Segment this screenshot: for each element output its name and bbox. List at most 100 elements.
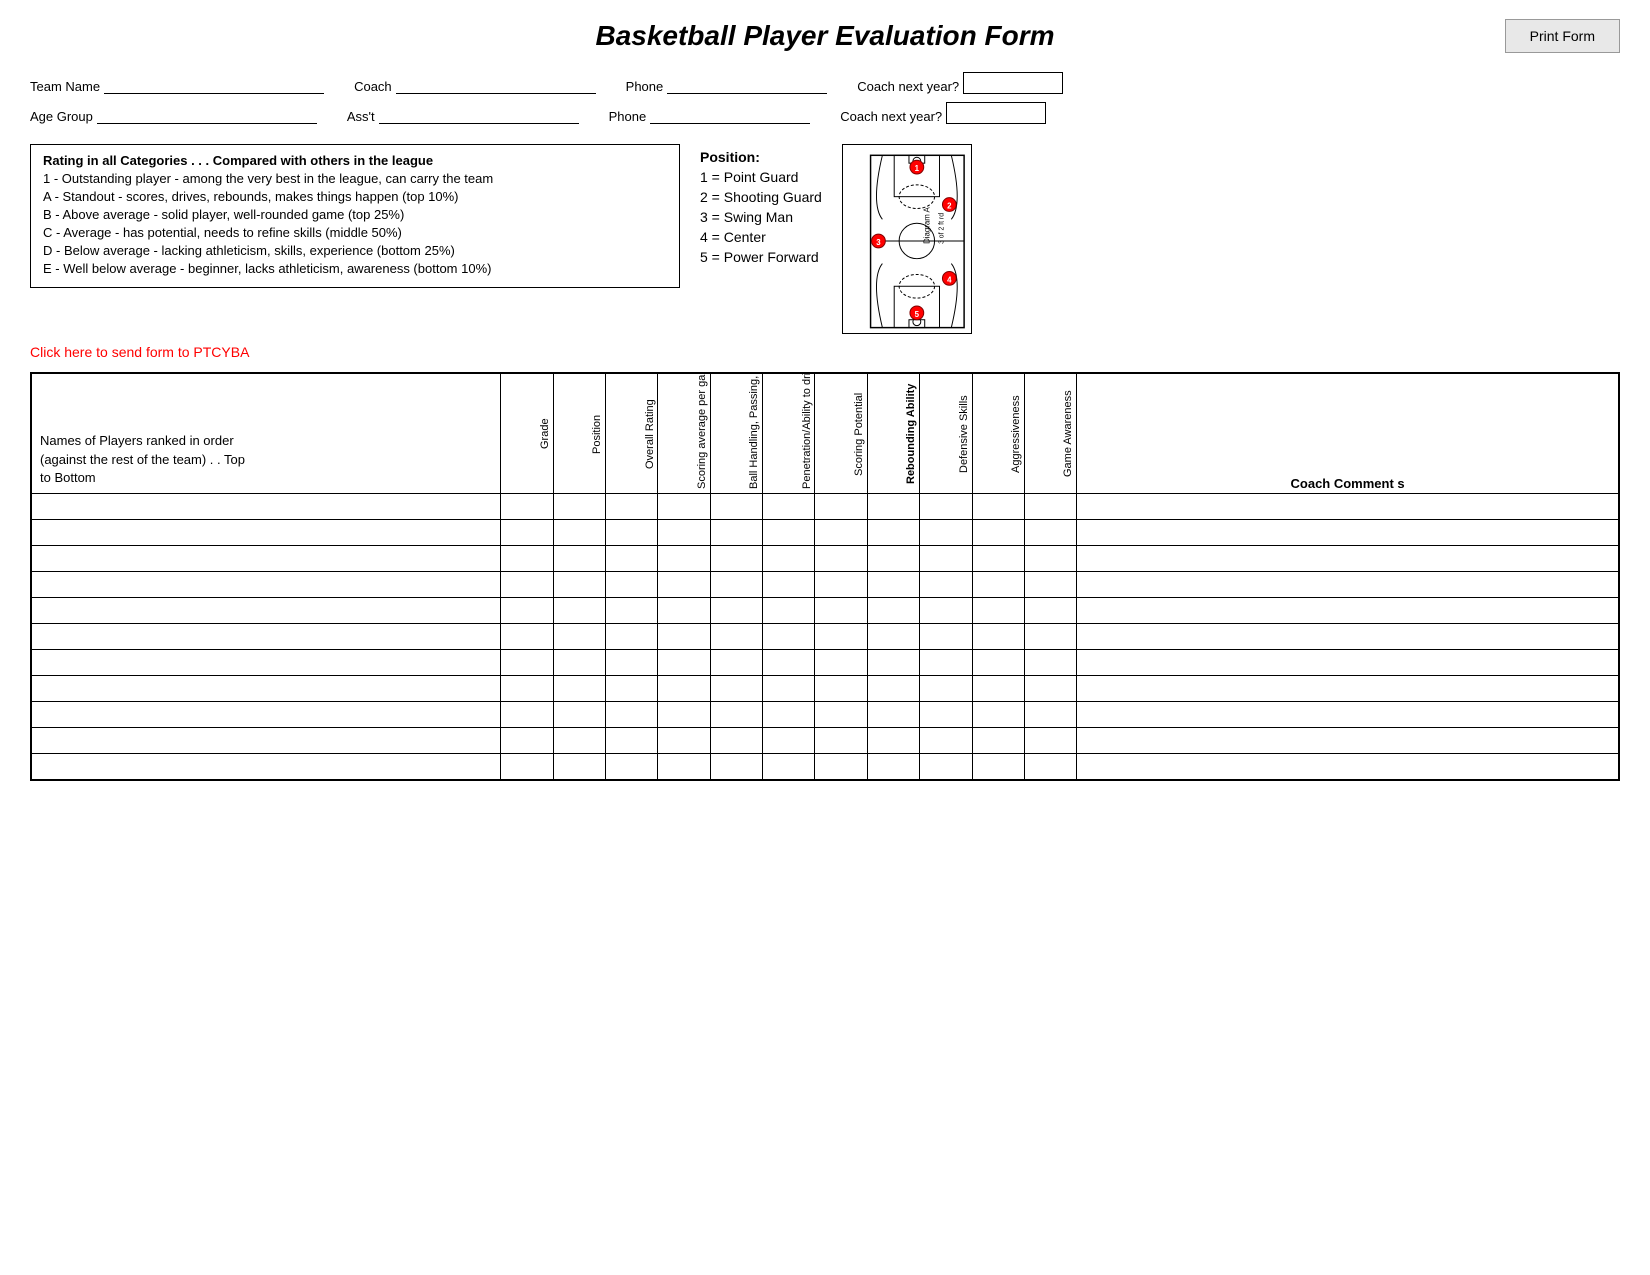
cell-r8-c0[interactable] [516, 707, 538, 725]
player-name-input-2[interactable] [35, 551, 497, 569]
cell-r6-c10[interactable] [1040, 655, 1062, 673]
cell-r2-c3[interactable] [673, 551, 695, 569]
cell-r3-c1[interactable] [568, 577, 590, 595]
cell-r1-c1[interactable] [568, 525, 590, 543]
cell-r5-c8[interactable] [935, 629, 957, 647]
cell-r10-c4[interactable] [725, 759, 747, 777]
cell-r6-c0[interactable] [516, 655, 538, 673]
cell-r6-c6[interactable] [830, 655, 852, 673]
comments-input-0[interactable] [1080, 499, 1615, 517]
cell-r3-c4[interactable] [725, 577, 747, 595]
cell-r3-c5[interactable] [778, 577, 800, 595]
cell-r5-c7[interactable] [882, 629, 904, 647]
cell-r1-c9[interactable] [987, 525, 1009, 543]
comments-input-3[interactable] [1080, 577, 1615, 595]
cell-r3-c9[interactable] [987, 577, 1009, 595]
cell-r1-c5[interactable] [778, 525, 800, 543]
cell-r10-c9[interactable] [987, 759, 1009, 777]
phone-input[interactable] [667, 72, 827, 94]
comments-input-9[interactable] [1080, 733, 1615, 751]
cell-r0-c6[interactable] [830, 499, 852, 517]
cell-r2-c7[interactable] [882, 551, 904, 569]
cell-r9-c0[interactable] [516, 733, 538, 751]
cell-r5-c4[interactable] [725, 629, 747, 647]
cell-r10-c2[interactable] [621, 759, 643, 777]
cell-r7-c9[interactable] [987, 681, 1009, 699]
cell-r5-c2[interactable] [621, 629, 643, 647]
cell-r0-c9[interactable] [987, 499, 1009, 517]
comments-input-7[interactable] [1080, 681, 1615, 699]
cell-r2-c2[interactable] [621, 551, 643, 569]
cell-r6-c1[interactable] [568, 655, 590, 673]
cell-r0-c2[interactable] [621, 499, 643, 517]
comments-input-2[interactable] [1080, 551, 1615, 569]
cell-r1-c8[interactable] [935, 525, 957, 543]
player-name-input-3[interactable] [35, 577, 497, 595]
cell-r8-c10[interactable] [1040, 707, 1062, 725]
cell-r7-c4[interactable] [725, 681, 747, 699]
coach-next-year-input[interactable] [963, 72, 1063, 94]
cell-r7-c6[interactable] [830, 681, 852, 699]
cell-r5-c10[interactable] [1040, 629, 1062, 647]
cell-r4-c8[interactable] [935, 603, 957, 621]
coach-input[interactable] [396, 72, 596, 94]
player-name-input-8[interactable] [35, 707, 497, 725]
age-group-input[interactable] [97, 102, 317, 124]
cell-r1-c6[interactable] [830, 525, 852, 543]
cell-r10-c6[interactable] [830, 759, 852, 777]
phone2-input[interactable] [650, 102, 810, 124]
cell-r9-c10[interactable] [1040, 733, 1062, 751]
coach-next-year2-input[interactable] [946, 102, 1046, 124]
team-name-input[interactable] [104, 72, 324, 94]
cell-r4-c1[interactable] [568, 603, 590, 621]
cell-r3-c7[interactable] [882, 577, 904, 595]
cell-r2-c10[interactable] [1040, 551, 1062, 569]
cell-r4-c5[interactable] [778, 603, 800, 621]
comments-input-10[interactable] [1080, 759, 1615, 777]
cell-r10-c3[interactable] [673, 759, 695, 777]
player-name-input-1[interactable] [35, 525, 497, 543]
cell-r6-c8[interactable] [935, 655, 957, 673]
cell-r5-c9[interactable] [987, 629, 1009, 647]
cell-r3-c6[interactable] [830, 577, 852, 595]
player-name-input-4[interactable] [35, 603, 497, 621]
cell-r10-c5[interactable] [778, 759, 800, 777]
player-name-input-10[interactable] [35, 759, 497, 777]
cell-r1-c7[interactable] [882, 525, 904, 543]
send-form-link[interactable]: Click here to send form to PTCYBA [30, 344, 1620, 360]
cell-r8-c7[interactable] [882, 707, 904, 725]
cell-r2-c1[interactable] [568, 551, 590, 569]
cell-r7-c0[interactable] [516, 681, 538, 699]
cell-r3-c10[interactable] [1040, 577, 1062, 595]
cell-r10-c10[interactable] [1040, 759, 1062, 777]
comments-input-4[interactable] [1080, 603, 1615, 621]
comments-input-6[interactable] [1080, 655, 1615, 673]
cell-r8-c9[interactable] [987, 707, 1009, 725]
cell-r6-c7[interactable] [882, 655, 904, 673]
cell-r9-c9[interactable] [987, 733, 1009, 751]
cell-r9-c2[interactable] [621, 733, 643, 751]
cell-r2-c6[interactable] [830, 551, 852, 569]
cell-r7-c5[interactable] [778, 681, 800, 699]
player-name-input-7[interactable] [35, 681, 497, 699]
cell-r4-c9[interactable] [987, 603, 1009, 621]
cell-r0-c5[interactable] [778, 499, 800, 517]
cell-r10-c8[interactable] [935, 759, 957, 777]
cell-r3-c0[interactable] [516, 577, 538, 595]
comments-input-5[interactable] [1080, 629, 1615, 647]
cell-r1-c3[interactable] [673, 525, 695, 543]
cell-r6-c5[interactable] [778, 655, 800, 673]
cell-r3-c2[interactable] [621, 577, 643, 595]
cell-r7-c10[interactable] [1040, 681, 1062, 699]
cell-r2-c5[interactable] [778, 551, 800, 569]
cell-r8-c6[interactable] [830, 707, 852, 725]
cell-r1-c10[interactable] [1040, 525, 1062, 543]
comments-input-1[interactable] [1080, 525, 1615, 543]
cell-r9-c5[interactable] [778, 733, 800, 751]
cell-r1-c0[interactable] [516, 525, 538, 543]
cell-r3-c8[interactable] [935, 577, 957, 595]
cell-r0-c3[interactable] [673, 499, 695, 517]
cell-r0-c0[interactable] [516, 499, 538, 517]
cell-r4-c0[interactable] [516, 603, 538, 621]
cell-r4-c2[interactable] [621, 603, 643, 621]
